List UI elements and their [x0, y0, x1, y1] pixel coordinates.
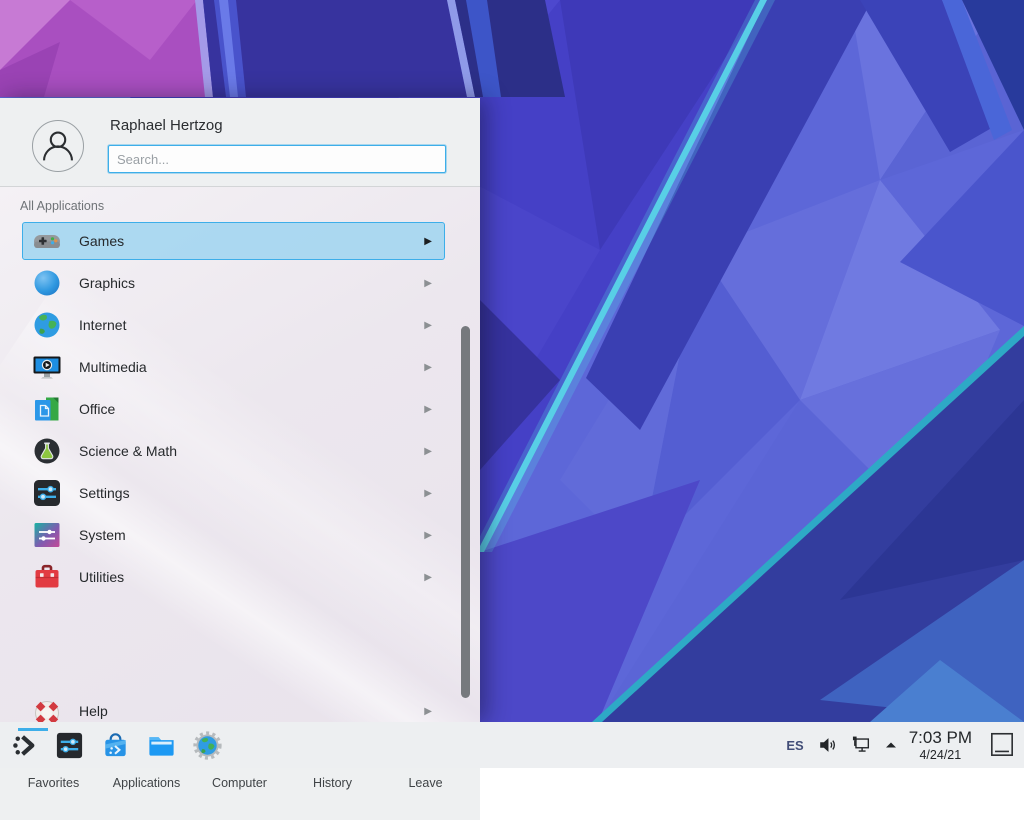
- application-launcher-menu: Raphael Hertzog All Applications Games: [0, 98, 480, 722]
- show-desktop-button[interactable]: [986, 728, 1018, 762]
- category-label: Internet: [79, 317, 126, 333]
- category-label: Settings: [79, 485, 130, 501]
- desktop: Raphael Hertzog All Applications Games: [0, 0, 1024, 768]
- file-manager-button[interactable]: [144, 728, 178, 762]
- category-label: Office: [79, 401, 115, 417]
- search-input[interactable]: [108, 145, 446, 173]
- submenu-arrow-icon: ▶: [424, 488, 432, 499]
- launcher-header: Raphael Hertzog: [0, 98, 480, 186]
- category-label: Multimedia: [79, 359, 147, 375]
- globe-gear-icon: [192, 730, 223, 761]
- category-science-math[interactable]: Science & Math ▶: [22, 432, 445, 470]
- category-list: All Applications Games ▶: [0, 187, 480, 722]
- tab-label: Computer: [212, 776, 267, 790]
- user-name: Raphael Hertzog: [110, 117, 223, 134]
- system-settings-button[interactable]: [52, 728, 86, 762]
- toolbox-icon: [31, 561, 63, 593]
- documents-icon: [31, 393, 63, 425]
- category-label: Graphics: [79, 275, 135, 291]
- show-desktop-icon: [987, 730, 1017, 760]
- flask-icon: [31, 435, 63, 467]
- globe-icon: [31, 309, 63, 341]
- category-label: Games: [79, 233, 124, 249]
- graphics-ball-icon: [31, 267, 63, 299]
- discover-bag-icon: [100, 730, 131, 761]
- category-settings[interactable]: Settings ▶: [22, 474, 445, 512]
- category-help[interactable]: Help ▶: [22, 692, 445, 722]
- tab-label: Leave: [408, 776, 442, 790]
- category-label: System: [79, 527, 126, 543]
- clock-time: 7:03 PM: [909, 728, 972, 747]
- submenu-arrow-icon: ▶: [424, 446, 432, 457]
- volume-icon[interactable]: [817, 734, 839, 756]
- clock-date: 4/24/21: [909, 748, 972, 762]
- folder-icon: [146, 730, 177, 761]
- system-settings-icon: [54, 730, 85, 761]
- tab-label: Applications: [113, 776, 180, 790]
- discover-button[interactable]: [98, 728, 132, 762]
- gamepad-icon: [31, 225, 63, 257]
- tab-label: Favorites: [28, 776, 79, 790]
- sliders-gradient-icon: [31, 519, 63, 551]
- expand-tray-arrow-icon[interactable]: [883, 737, 899, 753]
- keyboard-layout-indicator[interactable]: ES: [786, 738, 803, 753]
- taskbar: ES 7:03 PM 4/24/21: [0, 722, 1024, 768]
- submenu-arrow-icon: ▶: [424, 278, 432, 289]
- lifebuoy-icon: [31, 695, 63, 722]
- submenu-arrow-icon: ▶: [424, 572, 432, 583]
- submenu-arrow-icon: ▶: [424, 362, 432, 373]
- kde-launcher-icon: [10, 730, 41, 761]
- category-office[interactable]: Office ▶: [22, 390, 445, 428]
- category-label: Science & Math: [79, 443, 177, 459]
- network-icon[interactable]: [850, 734, 872, 756]
- system-tray: ES 7:03 PM 4/24/21: [786, 722, 1024, 768]
- list-scrollbar[interactable]: [461, 326, 470, 698]
- category-utilities[interactable]: Utilities ▶: [22, 558, 445, 596]
- section-label: All Applications: [20, 199, 104, 213]
- category-internet[interactable]: Internet ▶: [22, 306, 445, 344]
- application-launcher-button[interactable]: [8, 728, 42, 762]
- category-games[interactable]: Games ▶: [22, 222, 445, 260]
- monitor-play-icon: [31, 351, 63, 383]
- submenu-arrow-icon: ▶: [424, 530, 432, 541]
- user-avatar: [32, 120, 84, 172]
- submenu-arrow-icon: ▶: [424, 706, 432, 717]
- submenu-arrow-icon: ▶: [424, 404, 432, 415]
- category-label: Utilities: [79, 569, 124, 585]
- category-graphics[interactable]: Graphics ▶: [22, 264, 445, 302]
- submenu-arrow-icon: ▶: [424, 236, 432, 247]
- sliders-dark-icon: [31, 477, 63, 509]
- category-multimedia[interactable]: Multimedia ▶: [22, 348, 445, 386]
- category-system[interactable]: System ▶: [22, 516, 445, 554]
- digital-clock[interactable]: 7:03 PM 4/24/21: [909, 728, 972, 761]
- tab-label: History: [313, 776, 352, 790]
- web-browser-button[interactable]: [190, 728, 224, 762]
- active-app-indicator: [18, 728, 48, 731]
- submenu-arrow-icon: ▶: [424, 320, 432, 331]
- category-label: Help: [79, 703, 108, 719]
